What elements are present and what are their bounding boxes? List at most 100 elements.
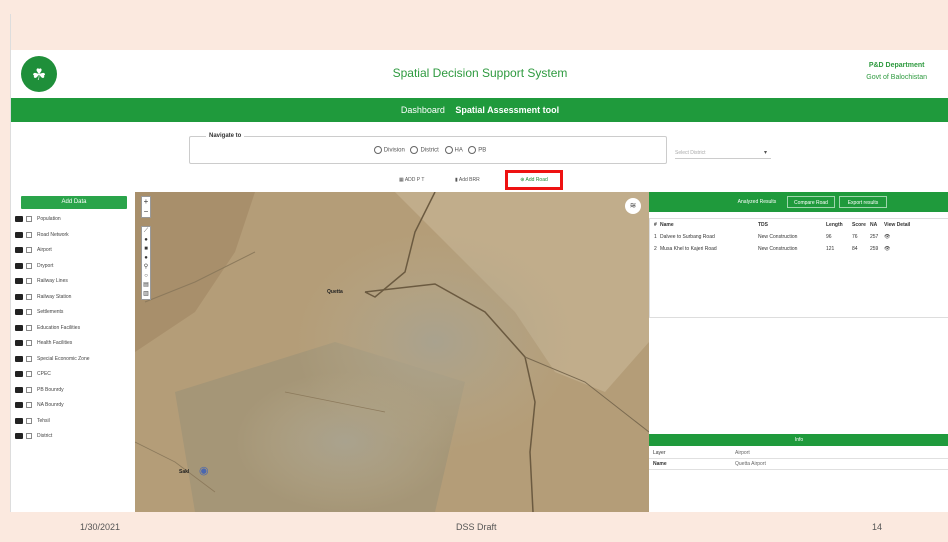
layer-checkbox[interactable] [26, 262, 32, 269]
folder-icon[interactable] [15, 216, 23, 222]
draw-line-icon[interactable]: ⟋ [142, 227, 150, 236]
cell-score: 76 [852, 234, 858, 240]
draw-ring-icon[interactable]: ○ [142, 272, 150, 281]
radio-division[interactable] [373, 146, 382, 154]
col-tds: TDS [758, 222, 768, 228]
layer-checkbox[interactable] [26, 433, 32, 439]
tab-analyzed-results[interactable]: Analyzed Results [729, 196, 785, 208]
info-key: Layer [653, 450, 666, 456]
map-label-pin: Sakl [179, 469, 190, 475]
table-row[interactable]: 1 Dalvee to Surbang Road New Constructio… [650, 231, 948, 243]
edit-icon[interactable]: ▤ [142, 281, 150, 290]
folder-icon[interactable] [15, 247, 23, 253]
draw-circle-icon[interactable]: ● [142, 254, 150, 263]
layer-checkbox[interactable] [26, 216, 32, 222]
map-pin-icon[interactable]: ◉ [199, 464, 209, 477]
folder-icon[interactable] [15, 386, 23, 393]
delete-icon[interactable]: ▥ [142, 290, 150, 299]
draw-marker-icon[interactable]: ⚲ [142, 263, 150, 272]
layer-label: Settlements [37, 309, 64, 315]
layer-checkbox[interactable] [26, 386, 32, 393]
map-label-city: Quetta [327, 289, 343, 295]
folder-icon[interactable] [15, 262, 23, 269]
layer-label: District [37, 433, 53, 439]
layer-checkbox[interactable] [26, 247, 32, 253]
zoom-out-button[interactable]: − [142, 207, 150, 217]
district-select-placeholder: Select District [675, 150, 706, 156]
layer-checkbox[interactable] [26, 278, 32, 284]
layer-item[interactable]: Railway Station [15, 293, 133, 301]
table-row[interactable]: 2 Musa Khel to Kajeri Road New Construct… [650, 243, 948, 255]
layer-item[interactable]: Road Network [15, 231, 133, 239]
cell-index: 2 [654, 246, 657, 252]
folder-icon[interactable] [15, 433, 23, 439]
layer-item[interactable]: PB Bounrdy [15, 386, 133, 394]
info-row-layer: Layer Airport [649, 448, 948, 459]
layer-checkbox[interactable] [26, 309, 32, 315]
radio-district[interactable] [410, 146, 419, 154]
layer-checkbox[interactable] [26, 293, 32, 300]
basemap-layers-icon[interactable]: ≋ [625, 198, 641, 214]
layer-item[interactable]: NA Bounrdy [15, 402, 133, 409]
results-table: # Name TDS Length Score NA View Detail 1… [649, 218, 948, 318]
layer-checkbox[interactable] [26, 231, 32, 238]
zoom-in-button[interactable]: + [142, 197, 150, 207]
layer-checkbox[interactable] [26, 324, 32, 331]
draw-square-icon[interactable]: ■ [142, 245, 150, 254]
folder-icon[interactable] [15, 324, 23, 331]
layer-checkbox[interactable] [26, 340, 32, 346]
layer-item[interactable]: Airport [15, 247, 133, 254]
dept-line2: Govt of Balochistan [866, 74, 927, 81]
slide: ☘ Spatial Decision Support System P&D De… [0, 0, 948, 542]
cell-na: 259 [870, 246, 879, 252]
layer-item[interactable]: Railway Lines [15, 278, 133, 285]
folder-icon[interactable] [15, 309, 23, 315]
folder-icon[interactable] [15, 371, 23, 377]
draw-tools: ⟋ ● ■ ● ⚲ ○ ▤ ▥ [141, 226, 151, 300]
nav-spatial-assessment[interactable]: Spatial Assessment tool [455, 105, 559, 115]
info-title: Info [649, 434, 948, 446]
layer-item[interactable]: Special Economic Zone [15, 355, 133, 363]
app-header: ☘ Spatial Decision Support System P&D De… [11, 50, 948, 98]
folder-icon[interactable] [15, 402, 23, 408]
folder-icon[interactable] [15, 340, 23, 346]
layer-label: Railway Station [37, 293, 72, 300]
radio-pb[interactable] [468, 146, 477, 154]
layer-item[interactable]: Health Facilities [15, 340, 133, 347]
folder-icon[interactable] [15, 293, 23, 300]
layer-item[interactable]: Education Facilities [15, 324, 133, 332]
view-detail-eye-icon[interactable]: 👁 [884, 243, 934, 255]
col-score: Score [852, 222, 866, 228]
layer-checkbox[interactable] [26, 355, 32, 362]
add-point-tool[interactable]: ▦ ADD P T [399, 177, 424, 183]
footer-page-number: 14 [872, 522, 883, 532]
tab-compare-road[interactable]: Compare Road [787, 196, 835, 208]
cell-length: 121 [826, 246, 835, 252]
add-road-tool[interactable]: ⊕ Add Road [505, 170, 563, 190]
layer-checkbox[interactable] [26, 371, 32, 377]
layer-item[interactable]: District [15, 433, 133, 440]
folder-icon[interactable] [15, 231, 23, 238]
info-key: Name [653, 461, 667, 467]
add-data-button[interactable]: Add Data [21, 196, 127, 209]
layer-checkbox[interactable] [26, 402, 32, 408]
dept-line1: P&D Department [868, 62, 925, 69]
district-select[interactable]: Select District ▾ [675, 147, 771, 159]
folder-icon[interactable] [15, 355, 23, 362]
tab-export-results[interactable]: Export results [839, 196, 887, 208]
layer-item[interactable]: CPEC [15, 371, 133, 378]
layer-item[interactable]: Population [15, 216, 133, 223]
layer-checkbox[interactable] [26, 417, 32, 424]
table-header: # Name TDS Length Score NA View Detail [650, 219, 948, 231]
map-view[interactable]: + − ⟋ ● ■ ● ⚲ ○ ▤ ▥ ≋ Quetta Sakl ◉ [135, 192, 649, 512]
layer-item[interactable]: Dryport [15, 262, 133, 270]
radio-ha[interactable] [444, 146, 453, 154]
draw-point-icon[interactable]: ● [142, 236, 150, 245]
folder-icon[interactable] [15, 417, 23, 424]
folder-icon[interactable] [15, 278, 23, 284]
add-brr-tool[interactable]: ▮ Add BRR [455, 177, 480, 183]
layer-item[interactable]: Tehsil [15, 417, 133, 425]
nav-dashboard[interactable]: Dashboard [401, 105, 445, 115]
layer-item[interactable]: Settlements [15, 309, 133, 316]
view-detail-eye-icon[interactable]: 👁 [884, 231, 934, 243]
